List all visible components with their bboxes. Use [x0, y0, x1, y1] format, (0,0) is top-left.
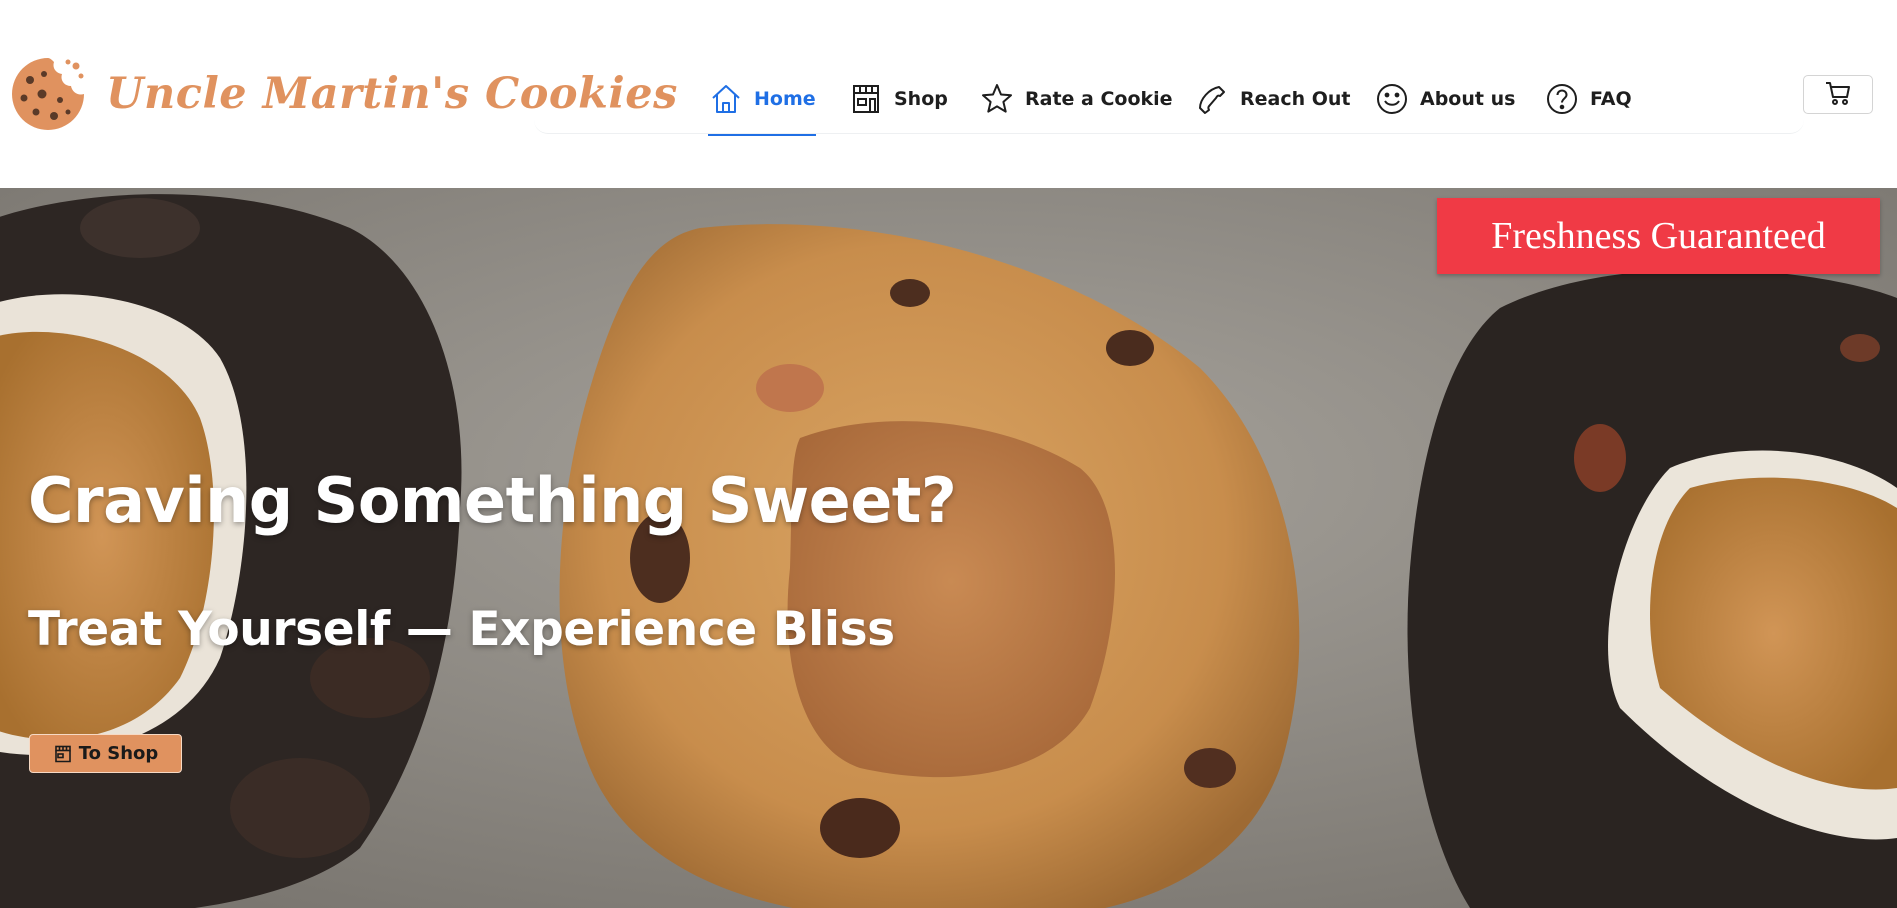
nav-item-reach-out[interactable]: Reach Out: [1194, 64, 1351, 134]
nav-label-rate: Rate a Cookie: [1025, 88, 1173, 110]
cart-button[interactable]: [1803, 75, 1873, 114]
hero-title: Craving Something Sweet?: [28, 464, 957, 537]
store-icon: [53, 744, 73, 764]
freshness-badge: Freshness Guaranteed: [1437, 198, 1880, 274]
star-icon: [979, 81, 1015, 117]
nav-label-reach-out: Reach Out: [1240, 88, 1351, 110]
site-header: Uncle Martin's Cookies Home Shop Rate a …: [0, 0, 1897, 188]
nav-label-shop: Shop: [894, 88, 948, 110]
question-icon: [1544, 81, 1580, 117]
nav-item-rate[interactable]: Rate a Cookie: [979, 64, 1173, 134]
nav-label-home: Home: [754, 88, 816, 110]
smiley-icon: [1374, 81, 1410, 117]
nav-item-about[interactable]: About us: [1374, 64, 1515, 134]
hero-subtitle: Treat Yourself — Experience Bliss: [28, 602, 895, 657]
nav-item-faq[interactable]: FAQ: [1544, 64, 1632, 134]
hero-banner: Freshness Guaranteed Craving Something S…: [0, 188, 1897, 908]
to-shop-button[interactable]: To Shop: [29, 734, 182, 773]
nav-label-about: About us: [1420, 88, 1516, 110]
nav-label-faq: FAQ: [1590, 88, 1632, 110]
nav-item-shop[interactable]: Shop: [848, 64, 948, 134]
to-shop-label: To Shop: [78, 743, 159, 764]
store-icon: [848, 81, 884, 117]
main-nav: Home Shop Rate a Cookie Reach Out About …: [534, 64, 1804, 136]
cookie-icon: [8, 54, 88, 134]
nav-item-home[interactable]: Home: [708, 64, 816, 136]
phone-icon: [1194, 81, 1230, 117]
home-icon: [708, 81, 744, 117]
cart-icon: [1824, 79, 1852, 110]
cookies-background-image: [0, 188, 1897, 908]
